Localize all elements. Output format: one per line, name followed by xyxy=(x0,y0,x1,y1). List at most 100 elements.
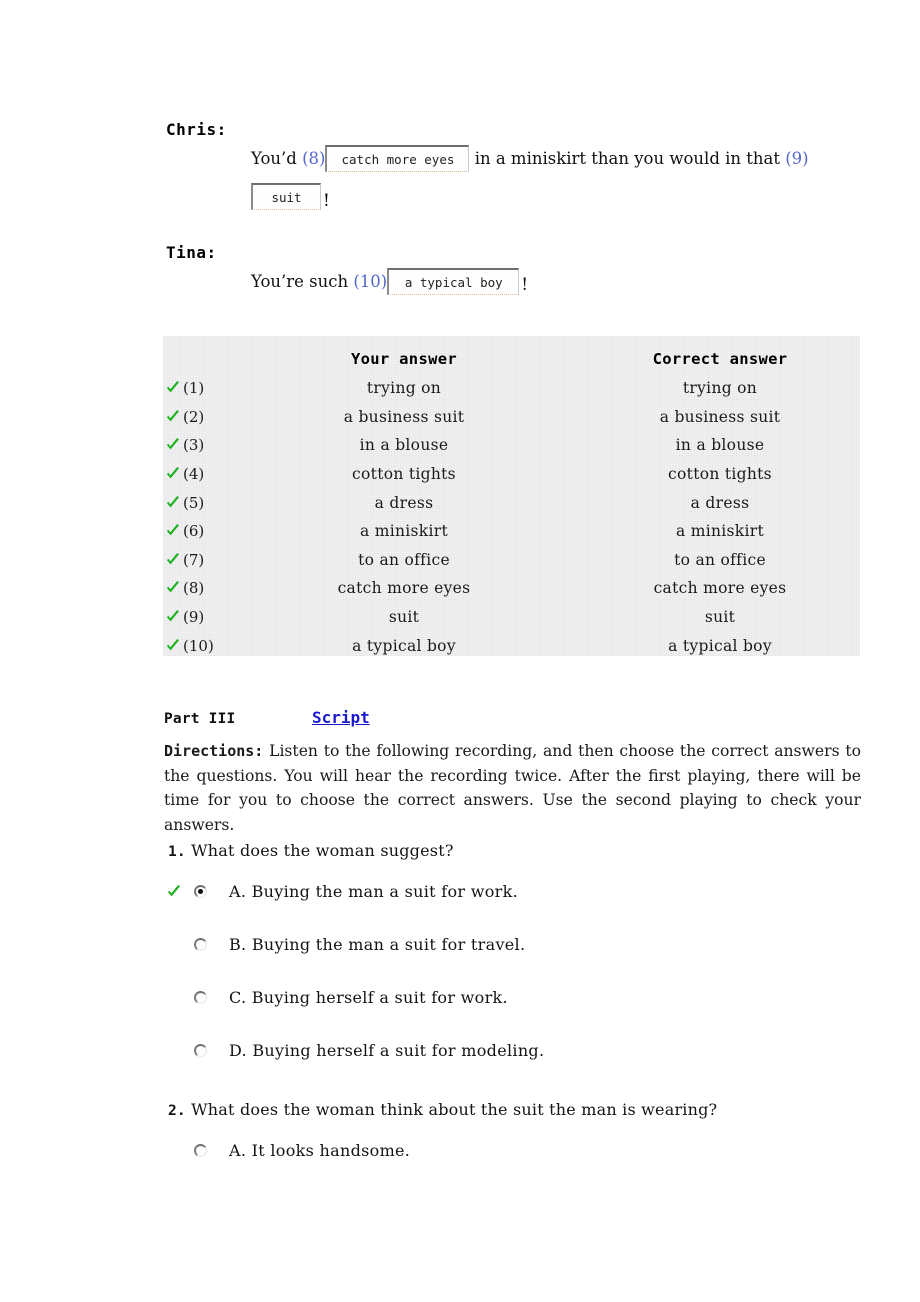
row-correct-answer: catch more eyes xyxy=(653,579,787,598)
blank-number-8: (8) xyxy=(302,149,326,168)
table-row: (5) a dress a dress xyxy=(163,488,860,517)
table-row: (8) catch more eyes catch more eyes xyxy=(163,574,860,603)
row-mark xyxy=(163,437,183,453)
chris-text-mid: in a miniskirt than you would in that xyxy=(469,149,786,168)
answer-input-9[interactable]: suit xyxy=(251,183,321,210)
row-index: (2) xyxy=(183,407,205,426)
correct-check-icon xyxy=(167,552,179,565)
table-row: (3) in a blouse in a blouse xyxy=(163,431,860,460)
questions-body: 1. What does the woman suggest? A. Buying… xyxy=(166,838,866,1177)
row-mark xyxy=(163,552,183,568)
row-correct-answer: cotton tights xyxy=(668,465,772,484)
radio-option-d[interactable] xyxy=(194,1044,207,1057)
row-index: (9) xyxy=(183,608,205,627)
header-correct-answer: Correct answer xyxy=(652,350,788,368)
tina-exclamation: ! xyxy=(521,275,529,295)
row-correct-answer: in a blouse xyxy=(675,436,765,455)
blank-number-10: (10) xyxy=(353,271,388,291)
script-link[interactable]: Script xyxy=(312,708,370,727)
option-row[interactable]: B. Buying the man a suit for travel. xyxy=(166,918,866,971)
option-correct-mark xyxy=(166,884,194,900)
row-your-answer: trying on xyxy=(366,379,442,398)
row-mark xyxy=(163,638,183,654)
row-your-answer: a typical boy xyxy=(352,636,456,655)
row-mark xyxy=(163,409,183,425)
question-prompt: What does the woman think about the suit… xyxy=(185,1100,718,1119)
correct-check-icon xyxy=(167,381,179,393)
row-mark xyxy=(163,495,183,511)
option-label: A. It looks handsome. xyxy=(229,1141,411,1160)
row-index: (4) xyxy=(183,465,205,484)
answer-input-10[interactable]: a typical boy xyxy=(387,267,520,295)
radio-option-a[interactable] xyxy=(194,885,207,898)
blank-number-9: (9) xyxy=(785,149,809,168)
row-mark xyxy=(163,523,183,539)
option-label: C. Buying herself a suit for work. xyxy=(229,988,508,1007)
question-number: 1. xyxy=(168,844,186,860)
correct-check-icon xyxy=(167,524,179,536)
directions-paragraph: Directions: Listen to the following reco… xyxy=(164,739,861,837)
correct-check-icon xyxy=(167,495,179,508)
directions-label: Directions: xyxy=(164,742,264,760)
correct-check-icon xyxy=(167,638,179,651)
questions-section: 1. What does the woman suggest? A. Buying… xyxy=(166,838,866,1181)
question-block: 1. What does the woman suggest? A. Buying… xyxy=(166,838,866,1077)
question-text: 2. What does the woman think about the s… xyxy=(166,1097,866,1124)
correct-check-icon xyxy=(167,581,179,593)
part-three-section: Part III Script Directions: Listen to th… xyxy=(164,708,864,837)
question-number: 2. xyxy=(168,1103,186,1119)
table-row: (1) trying on trying on xyxy=(163,374,860,403)
row-correct-answer: a miniskirt xyxy=(675,522,764,541)
radio-option-b[interactable] xyxy=(194,938,207,951)
table-row: (10) a typical boy a typical boy xyxy=(163,631,860,660)
correct-check-icon xyxy=(167,610,179,622)
row-index: (1) xyxy=(183,379,205,398)
row-mark xyxy=(163,609,183,625)
row-mark xyxy=(163,466,183,482)
table-row: (9) suit suit xyxy=(163,603,860,632)
radio-option-a[interactable] xyxy=(194,1144,207,1157)
row-index: (6) xyxy=(183,522,205,541)
table-body: (1) trying on trying on (2) a business suit a… xyxy=(163,374,860,660)
row-your-answer: suit xyxy=(388,608,420,627)
option-row[interactable]: A. Buying the man a suit for work. xyxy=(166,865,866,918)
chris-sentence-cont: suit! xyxy=(166,178,866,217)
dialogue-line-chris: Chris: You’d (8) catch more eyes in a min… xyxy=(166,120,866,217)
correct-check-icon xyxy=(167,438,179,450)
correct-check-icon xyxy=(167,467,179,479)
answer-comparison-table: Your answer Correct answer (1) trying on t… xyxy=(163,336,860,656)
table-row: (7) to an office to an office xyxy=(163,546,860,575)
row-index: (8) xyxy=(183,579,205,598)
table-row: (2) a business suit a business suit xyxy=(163,403,860,432)
row-correct-answer: suit xyxy=(704,608,736,627)
row-correct-answer: to an office xyxy=(674,550,766,569)
chris-text-pre: You’d xyxy=(251,149,303,168)
part-three-label: Part III xyxy=(164,711,236,727)
option-row[interactable]: A. It looks handsome. xyxy=(166,1124,866,1177)
table-row: (6) a miniskirt a miniskirt xyxy=(163,517,860,546)
row-index: (10) xyxy=(183,636,214,655)
row-correct-answer: a dress xyxy=(690,493,750,512)
row-correct-answer: trying on xyxy=(682,379,758,398)
row-your-answer: catch more eyes xyxy=(337,579,471,598)
row-your-answer: a business suit xyxy=(343,407,465,426)
option-row[interactable]: C. Buying herself a suit for work. xyxy=(166,971,866,1024)
correct-check-icon xyxy=(167,409,179,422)
row-index: (7) xyxy=(183,550,205,569)
option-row[interactable]: D. Buying herself a suit for modeling. xyxy=(166,1024,866,1077)
question-block: 2. What does the woman think about the s… xyxy=(166,1097,866,1177)
part-three-heading: Part III Script xyxy=(164,708,864,727)
row-your-answer: to an office xyxy=(358,550,450,569)
row-mark xyxy=(163,580,183,596)
row-your-answer: a dress xyxy=(374,493,434,512)
row-index: (5) xyxy=(183,493,205,512)
row-index: (3) xyxy=(183,436,205,455)
dialogue-line-tina: Tina: You’re such (10) a typical boy! xyxy=(166,243,866,302)
row-mark xyxy=(163,380,183,396)
correct-check-icon xyxy=(168,884,180,896)
chris-exclamation: ! xyxy=(323,190,330,211)
radio-option-c[interactable] xyxy=(194,991,207,1004)
answer-input-8[interactable]: catch more eyes xyxy=(325,145,470,172)
header-your-answer: Your answer xyxy=(351,350,457,368)
chris-sentence: You’d (8) catch more eyes in a miniskirt … xyxy=(166,140,866,178)
